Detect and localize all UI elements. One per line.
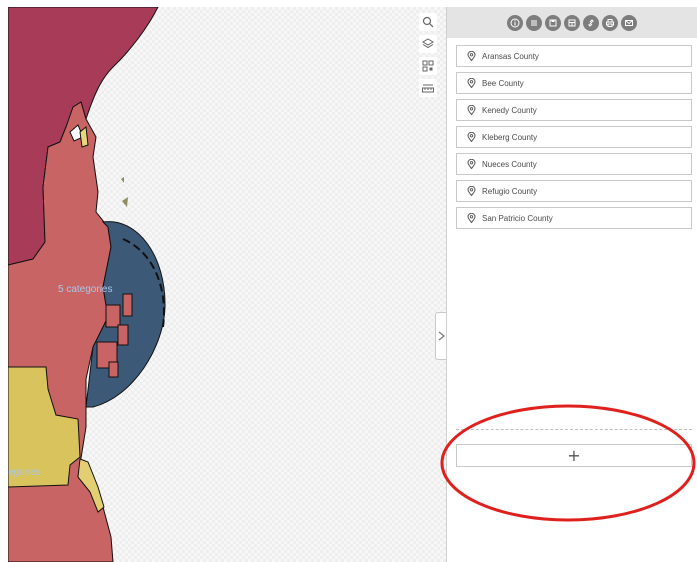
- map-block[interactable]: [108, 361, 119, 378]
- print-icon[interactable]: [602, 14, 618, 31]
- top-strip: [0, 0, 446, 7]
- save-icon[interactable]: [545, 14, 561, 31]
- map-block[interactable]: [117, 324, 129, 346]
- annotation-ellipse: [440, 404, 696, 522]
- map-speck: [121, 177, 124, 183]
- map-pin-icon: [467, 51, 476, 61]
- list-item[interactable]: Kleberg County: [456, 126, 692, 148]
- list-item[interactable]: Kenedy County: [456, 99, 692, 121]
- map-speck: [122, 197, 128, 207]
- map-pin-icon: [467, 186, 476, 196]
- info-icon[interactable]: [507, 14, 523, 31]
- layers-icon[interactable]: [419, 35, 437, 53]
- county-label: Refugio County: [482, 186, 538, 196]
- map-pin-icon: [467, 105, 476, 115]
- map-view[interactable]: 5 categories egories: [8, 7, 446, 562]
- table-icon[interactable]: [564, 14, 580, 31]
- county-label: San Patricio County: [482, 213, 553, 223]
- county-list: Aransas County Bee County Kenedy County …: [447, 38, 697, 229]
- qr-code-icon[interactable]: [419, 57, 437, 75]
- map-block[interactable]: [122, 293, 133, 317]
- county-label: Nueces County: [482, 159, 537, 169]
- map-toolbar: [419, 13, 437, 97]
- cluster-label[interactable]: 5 categories: [58, 284, 112, 295]
- list-item[interactable]: Aransas County: [456, 45, 692, 67]
- chevron-right-icon: [438, 331, 445, 341]
- list-icon[interactable]: [526, 14, 542, 31]
- county-label: Kenedy County: [482, 105, 537, 115]
- county-label: Bee County: [482, 78, 524, 88]
- measure-icon[interactable]: [419, 79, 437, 97]
- county-label: Aransas County: [482, 51, 539, 61]
- list-item[interactable]: Refugio County: [456, 180, 692, 202]
- link-icon[interactable]: [583, 14, 599, 31]
- left-border: [0, 7, 8, 562]
- map-pin-icon: [467, 132, 476, 142]
- cluster-label[interactable]: egories: [8, 467, 41, 478]
- map-block[interactable]: [105, 304, 121, 328]
- panel-toolbar: [447, 7, 697, 38]
- email-icon[interactable]: [621, 14, 637, 31]
- map-pin-icon: [467, 78, 476, 88]
- collapse-panel-button[interactable]: [435, 312, 446, 360]
- search-icon[interactable]: [419, 13, 437, 31]
- list-item[interactable]: San Patricio County: [456, 207, 692, 229]
- list-item[interactable]: Bee County: [456, 72, 692, 94]
- map-pin-icon: [467, 159, 476, 169]
- county-label: Kleberg County: [482, 132, 538, 142]
- map-pin-icon: [467, 213, 476, 223]
- list-item[interactable]: Nueces County: [456, 153, 692, 175]
